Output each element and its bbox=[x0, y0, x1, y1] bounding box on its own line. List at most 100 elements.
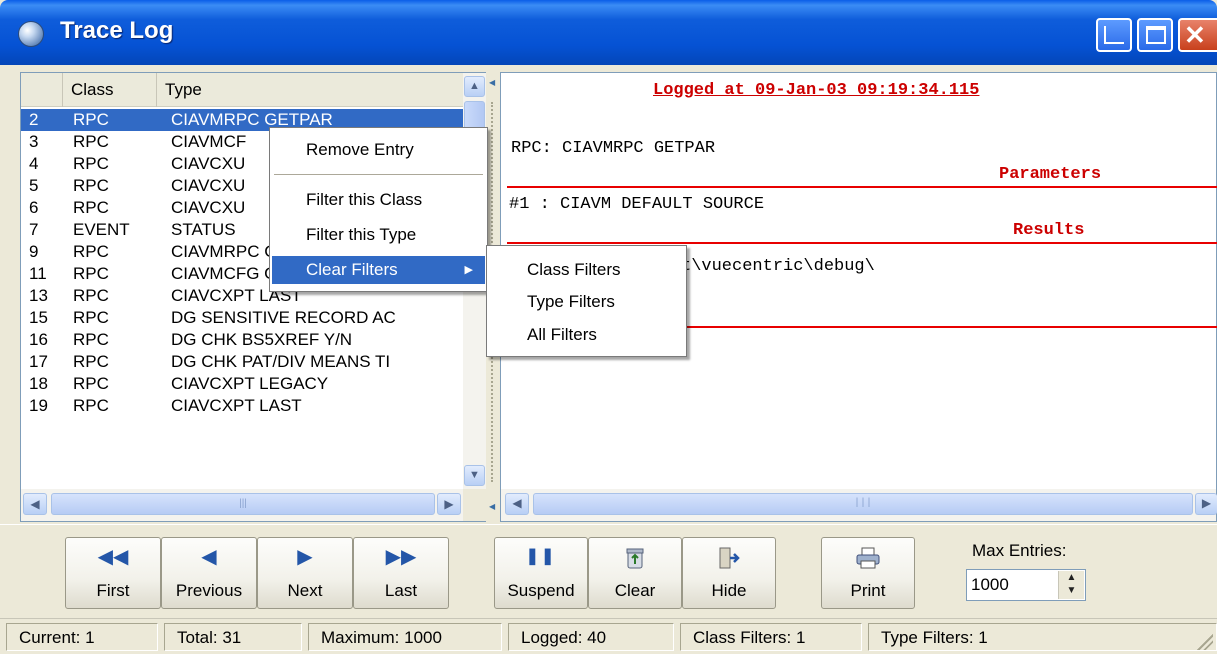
resize-grip-icon[interactable] bbox=[1197, 634, 1213, 650]
minimize-button[interactable] bbox=[1096, 18, 1132, 52]
column-header-class[interactable]: Class bbox=[63, 73, 157, 107]
list-row[interactable]: 17 RPC DG CHK PAT/DIV MEANS TI bbox=[21, 351, 463, 373]
button-label: Hide bbox=[711, 581, 747, 600]
list-row[interactable]: 16 RPC DG CHK BS5XREF Y/N bbox=[21, 329, 463, 351]
row-class: RPC bbox=[73, 264, 109, 283]
list-row[interactable]: 18 RPC CIAVCXPT LEGACY bbox=[21, 373, 463, 395]
printer-icon bbox=[822, 546, 914, 569]
list-header: Class Type bbox=[21, 73, 463, 107]
maximize-button[interactable] bbox=[1137, 18, 1173, 52]
row-number: 3 bbox=[29, 132, 39, 151]
first-button[interactable]: ◀◀ First bbox=[65, 537, 161, 609]
next-button[interactable]: ▶ Next bbox=[257, 537, 353, 609]
button-label: Print bbox=[850, 581, 886, 600]
globe-icon bbox=[18, 21, 44, 47]
toolbar: ◀◀ First ◀ Previous ▶ Next ▶▶ Last ❚❚ Su… bbox=[0, 524, 1217, 616]
scroll-corner bbox=[463, 489, 486, 521]
hide-button[interactable]: Hide bbox=[682, 537, 776, 609]
section-divider bbox=[507, 242, 1217, 244]
right-arrow-icon: ▶ bbox=[297, 546, 313, 568]
row-class: RPC bbox=[73, 198, 109, 217]
list-row[interactable]: 15 RPC DG SENSITIVE RECORD AC bbox=[21, 307, 463, 329]
section-divider bbox=[507, 186, 1217, 188]
row-class: RPC bbox=[73, 176, 109, 195]
list-row[interactable]: 19 RPC CIAVCXPT LAST bbox=[21, 395, 463, 417]
scroll-right-icon[interactable]: ▶ bbox=[437, 493, 461, 515]
row-class: RPC bbox=[73, 110, 109, 129]
scroll-left-icon[interactable]: ◀ bbox=[23, 493, 47, 515]
row-number: 6 bbox=[29, 198, 39, 217]
status-current: Current: 1 bbox=[6, 623, 158, 651]
scroll-right-icon[interactable]: ▶ bbox=[1195, 493, 1217, 515]
row-number: 17 bbox=[29, 352, 48, 371]
previous-button[interactable]: ◀ Previous bbox=[161, 537, 257, 609]
row-class: RPC bbox=[73, 242, 109, 261]
menu-separator bbox=[274, 174, 483, 175]
print-button[interactable]: Print bbox=[821, 537, 915, 609]
close-button[interactable]: ✕ bbox=[1178, 18, 1217, 52]
menu-item-filter-type[interactable]: Filter this Type bbox=[272, 221, 485, 249]
logged-at-heading: Logged at 09-Jan-03 09:19:34.115 bbox=[653, 81, 980, 100]
clear-button[interactable]: Clear bbox=[588, 537, 682, 609]
row-class: RPC bbox=[73, 396, 109, 415]
row-class: RPC bbox=[73, 154, 109, 173]
menu-item-class-filters[interactable]: Class Filters bbox=[489, 256, 684, 284]
button-label: Clear bbox=[614, 581, 656, 600]
collapse-left-icon[interactable]: ◀ bbox=[489, 78, 495, 87]
status-class-filters: Class Filters: 1 bbox=[680, 623, 862, 651]
menu-item-all-filters[interactable]: All Filters bbox=[489, 321, 684, 349]
left-arrow-icon: ◀ bbox=[201, 546, 217, 568]
row-type: DG SENSITIVE RECORD AC bbox=[171, 308, 396, 327]
result-line: t\vuecentric\debug\ bbox=[681, 257, 875, 276]
button-label: First bbox=[96, 581, 130, 600]
row-type: CIAVCXU bbox=[171, 198, 246, 217]
detail-horizontal-scrollbar[interactable]: ◀ ||| ▶ bbox=[501, 489, 1217, 521]
collapse-left-icon[interactable]: ◀ bbox=[489, 502, 495, 511]
row-type: CIAVMCF bbox=[171, 132, 247, 151]
results-heading: Results bbox=[1013, 221, 1085, 240]
scroll-left-icon[interactable]: ◀ bbox=[505, 493, 529, 515]
menu-item-label: Clear Filters bbox=[306, 260, 398, 279]
context-menu: Remove Entry Filter this Class Filter th… bbox=[269, 127, 488, 292]
row-number: 11 bbox=[29, 264, 47, 283]
maximize-icon bbox=[1146, 26, 1166, 44]
scroll-thumb[interactable]: ||| bbox=[533, 493, 1193, 515]
column-header-type[interactable]: Type bbox=[157, 73, 463, 107]
scroll-up-icon[interactable]: ▲ bbox=[464, 76, 485, 97]
title-bar[interactable]: Trace Log ✕ bbox=[0, 0, 1217, 65]
status-type-filters: Type Filters: 1 bbox=[868, 623, 1217, 651]
button-label: Next bbox=[287, 581, 323, 600]
spin-arrows-icon[interactable]: ▲ ▼ bbox=[1058, 571, 1084, 599]
scroll-down-icon[interactable]: ▼ bbox=[464, 465, 485, 486]
row-class: RPC bbox=[73, 374, 109, 393]
status-logged: Logged: 40 bbox=[508, 623, 674, 651]
row-number: 13 bbox=[29, 286, 48, 305]
row-number: 16 bbox=[29, 330, 48, 349]
row-number: 7 bbox=[29, 220, 39, 239]
row-type: CIAVCXPT LEGACY bbox=[171, 374, 329, 393]
button-label: Previous bbox=[175, 581, 243, 600]
row-number: 4 bbox=[29, 154, 39, 173]
suspend-button[interactable]: ❚❚ Suspend bbox=[494, 537, 588, 609]
menu-item-type-filters[interactable]: Type Filters bbox=[489, 288, 684, 316]
exit-door-icon bbox=[683, 546, 775, 569]
status-total: Total: 31 bbox=[164, 623, 302, 651]
last-button[interactable]: ▶▶ Last bbox=[353, 537, 449, 609]
submenu-arrow-icon: ▶ bbox=[464, 264, 473, 276]
parameter-line: #1 : CIAVM DEFAULT SOURCE bbox=[509, 195, 765, 214]
scroll-thumb[interactable]: ||| bbox=[51, 493, 435, 515]
minimize-icon bbox=[1104, 26, 1124, 44]
column-header-number[interactable] bbox=[21, 73, 63, 107]
row-class: RPC bbox=[73, 330, 109, 349]
rpc-name: RPC: CIAVMRPC GETPAR bbox=[511, 139, 716, 158]
row-number: 9 bbox=[29, 242, 39, 261]
list-horizontal-scrollbar[interactable]: ◀ ||| ▶ bbox=[21, 489, 463, 521]
clear-filters-submenu: Class Filters Type Filters All Filters bbox=[486, 245, 687, 357]
double-right-arrow-icon: ▶▶ bbox=[385, 546, 417, 568]
row-number: 15 bbox=[29, 308, 48, 327]
menu-item-remove-entry[interactable]: Remove Entry bbox=[272, 136, 485, 164]
close-icon: ✕ bbox=[1184, 20, 1206, 50]
menu-item-clear-filters[interactable]: Clear Filters ▶ bbox=[272, 256, 485, 284]
menu-item-filter-class[interactable]: Filter this Class bbox=[272, 186, 485, 214]
row-class: RPC bbox=[73, 308, 109, 327]
